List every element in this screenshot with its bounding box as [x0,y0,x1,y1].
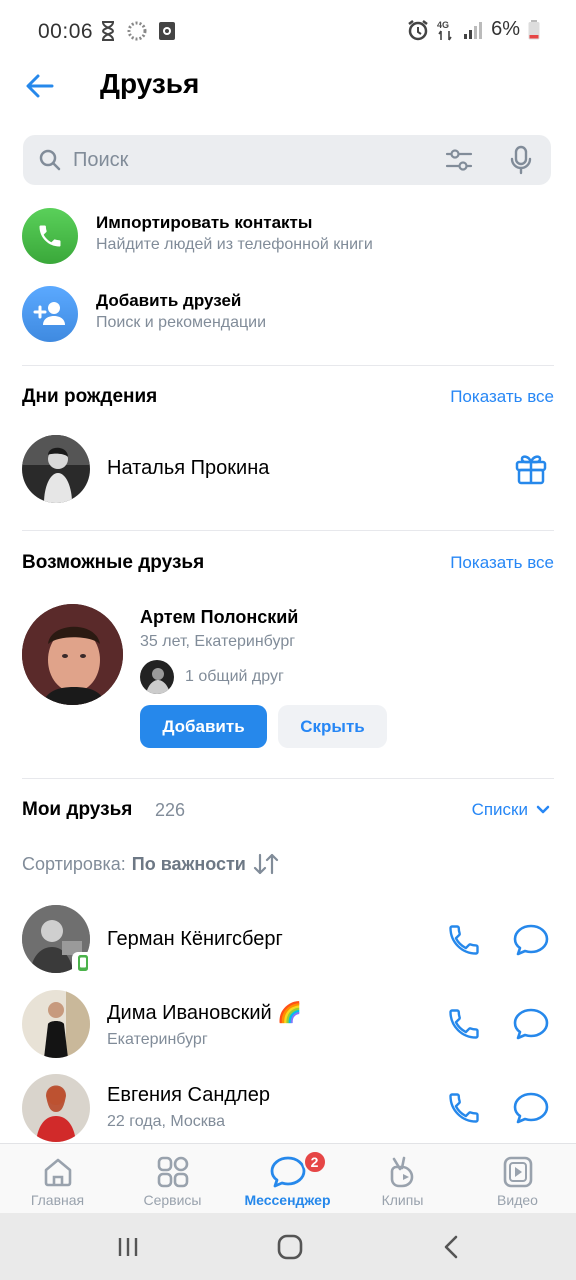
lists-label: Списки [471,800,528,819]
divider [22,778,554,779]
signal-icon [464,21,483,39]
birthdays-show-all-link[interactable]: Показать все [450,387,554,407]
tab-home[interactable]: Главная [0,1144,115,1214]
tab-label: Мессенджер [244,1192,331,1208]
gift-icon[interactable] [514,452,548,486]
mutual-friends-text[interactable]: 1 общий друг [185,668,284,686]
possible-friend-name[interactable]: Артем Полонский [140,607,298,628]
services-icon [157,1156,188,1188]
alarm-icon [408,19,428,40]
avatar[interactable] [22,990,90,1058]
phone-circle [22,208,78,264]
sort-selector[interactable]: Сортировка: По важности [22,853,280,875]
avatar[interactable] [22,435,90,503]
status-icons-left [100,20,176,42]
tab-services[interactable]: Сервисы [115,1144,230,1214]
tab-label: Клипы [381,1192,424,1208]
message-icon[interactable] [512,1006,550,1042]
tab-video[interactable]: Видео [460,1144,575,1214]
home-nav-icon[interactable] [276,1233,304,1261]
app-notification-icon [159,22,175,40]
filter-icon[interactable] [445,147,473,173]
back-button[interactable] [24,70,56,102]
mutual-friend-avatar [140,660,174,694]
status-bar: 00:06 4G 6% [0,0,576,62]
header: Друзья [0,62,576,112]
possible-friends-title: Возможные друзья [22,552,205,573]
hourglass-icon [101,21,115,41]
lists-dropdown[interactable]: Списки [472,800,550,820]
friend-subtitle: Екатеринбург [107,1031,208,1048]
birthdays-title: Дни рождения [22,386,158,407]
divider [22,365,554,366]
sort-value: По важности [131,853,246,874]
back-nav-icon[interactable] [440,1234,464,1260]
call-icon[interactable] [446,922,482,958]
search-bar[interactable] [23,135,551,185]
home-icon [44,1158,71,1187]
tab-clips[interactable]: Клипы [345,1144,460,1214]
add-friend-button[interactable]: Добавить [140,705,267,748]
action-subtitle: Найдите людей из телефонной книги [96,236,373,253]
loading-icon [127,21,147,41]
recent-apps-icon[interactable] [116,1235,140,1259]
sort-prefix: Сортировка: [22,853,126,874]
online-mobile-badge [72,952,94,974]
status-icons-right: 4G 6% [407,18,540,41]
add-user-circle [22,286,78,342]
friend-subtitle: 22 года, Москва [107,1113,226,1130]
status-time: 00:06 [38,20,94,43]
avatar[interactable] [22,604,123,705]
message-icon[interactable] [512,1090,550,1126]
add-friends-row[interactable]: Добавить друзей Поиск и рекомендации [22,286,552,346]
arrow-left-icon [26,74,54,98]
hide-button[interactable]: Скрыть [278,705,387,748]
svg-text:4G: 4G [437,20,449,30]
call-icon[interactable] [446,1090,482,1126]
network-4g-icon: 4G [437,20,452,40]
battery-percent: 6% [491,18,520,40]
tab-label: Видео [497,1192,538,1208]
action-subtitle: Поиск и рекомендации [96,314,267,331]
possible-friend-info: 35 лет, Екатеринбург [140,633,296,650]
call-icon[interactable] [446,1006,482,1042]
sort-arrows-icon [253,853,278,875]
birthday-person-name[interactable]: Наталья Прокина [107,457,269,480]
friend-name[interactable]: Евгения Сандлер [107,1084,270,1107]
unread-badge: 2 [302,1150,327,1174]
my-friends-title: Мои друзья [22,799,133,820]
microphone-icon[interactable] [509,145,533,175]
tab-bar: Главная Сервисы 2 Мессенджер Клипы Видео [0,1143,576,1213]
friend-name[interactable]: Дима Ивановский 🌈 [107,1000,302,1025]
divider [22,530,554,531]
action-title: Импортировать контакты [96,213,313,232]
system-nav-bar [0,1213,576,1280]
tab-label: Сервисы [143,1192,202,1208]
mobile-online-icon [78,955,88,971]
phone-icon [39,225,61,247]
action-title: Добавить друзей [96,291,242,310]
clips-icon [390,1156,413,1188]
messenger-icon [270,1156,305,1188]
battery-icon [528,19,540,39]
chevron-down-icon [536,805,550,814]
import-contacts-row[interactable]: Импортировать контакты Найдите людей из … [22,208,552,268]
avatar[interactable] [22,1074,90,1142]
page-title: Друзья [100,68,200,99]
add-user-icon [33,302,65,325]
tab-label: Главная [30,1192,85,1208]
video-icon [503,1156,532,1188]
my-friends-count: 226 [155,800,186,820]
search-input[interactable] [73,135,433,185]
possible-friends-show-all-link[interactable]: Показать все [450,553,554,573]
tab-messenger[interactable]: 2 Мессенджер [230,1144,345,1214]
message-icon[interactable] [512,922,550,958]
friend-name[interactable]: Герман Кёнигсберг [107,928,283,951]
search-icon [39,149,61,171]
